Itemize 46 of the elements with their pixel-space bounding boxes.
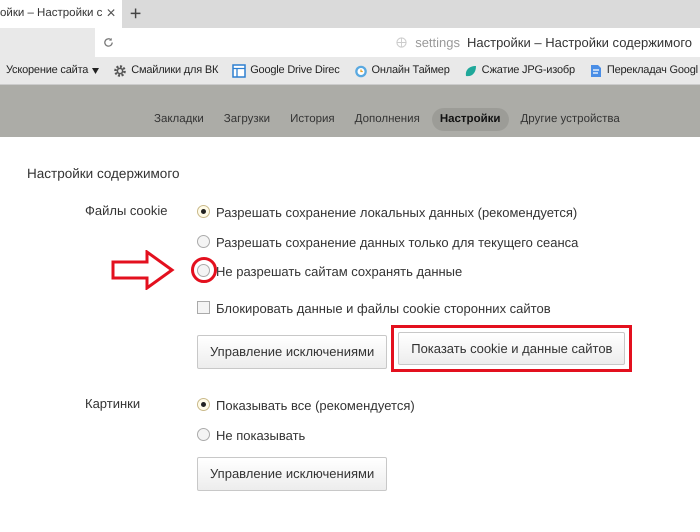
nav-tab[interactable]: Настройки [432,108,509,131]
radio-button[interactable] [197,264,210,278]
radio-button[interactable] [197,398,210,412]
bookmark[interactable]: Онлайн Таймер [350,62,454,79]
bookmark[interactable]: Смайлики для ВК [109,62,222,79]
radio-button[interactable] [197,234,210,248]
radio-label[interactable]: Не разрешать сайтам сохранять данные [216,262,462,282]
caret-icon [92,68,100,74]
radio-button[interactable] [197,428,210,441]
close-button[interactable]: × [106,2,116,26]
nav-tab[interactable]: Дополнения [346,108,428,131]
new-tab-button[interactable]: + [122,4,150,24]
bookmark[interactable]: Сжатие JPG-изобр [460,62,579,79]
bookmark[interactable]: Перекладач Googl [584,62,700,79]
radio-label[interactable]: Разрешать сохранение данных только для текущего сеанса [216,232,578,252]
arrow-drawing [111,250,175,290]
page-title: Настройки – Настройки содержимого [467,34,692,52]
address-field[interactable]: settings Настройки – Настройки содержимого [95,28,700,57]
radio-label[interactable]: Не показывать [216,426,306,446]
window-icon [232,64,246,78]
section-heading: Настройки содержимого [27,165,180,183]
setting-label: Файлы cookie [85,202,168,220]
url-scheme: settings [415,34,460,52]
reload-icon[interactable] [103,37,114,48]
exceptions-button[interactable]: Управление исключениями [197,335,388,369]
globe-icon [396,37,408,48]
exceptions-button[interactable]: Управление исключениями [197,457,388,491]
bookmark[interactable]: Google Drive Direc [228,62,344,79]
radio-label[interactable]: Разрешать сохранение локальных данных (рекомендуется) [216,203,578,223]
radio-button[interactable] [197,205,210,218]
nav-tab[interactable]: Другие устройства [512,108,628,131]
exceptions-button[interactable]: Показать cookie и данные сайтов [398,332,626,366]
gear-icon [113,64,128,78]
nav-tab[interactable]: Загрузки [216,108,278,131]
tab-title: ойки – Настройки с [0,6,102,22]
leaf-icon [464,64,478,78]
document-icon [588,64,603,78]
nav-tab[interactable]: История [282,108,343,131]
radio-label[interactable]: Показывать все (рекомендуется) [216,396,415,416]
nav-tab[interactable]: Закладки [146,108,212,131]
browser-tab[interactable]: ойки – Настройки с × [0,0,122,28]
clock-icon [354,64,368,78]
bookmark[interactable]: Ускорение сайта [0,62,104,79]
checkbox[interactable] [197,300,210,314]
checkbox-label[interactable]: Блокировать данные и файлы cookie сторонних сайтов [216,298,551,318]
setting-label: Картинки [85,395,140,414]
